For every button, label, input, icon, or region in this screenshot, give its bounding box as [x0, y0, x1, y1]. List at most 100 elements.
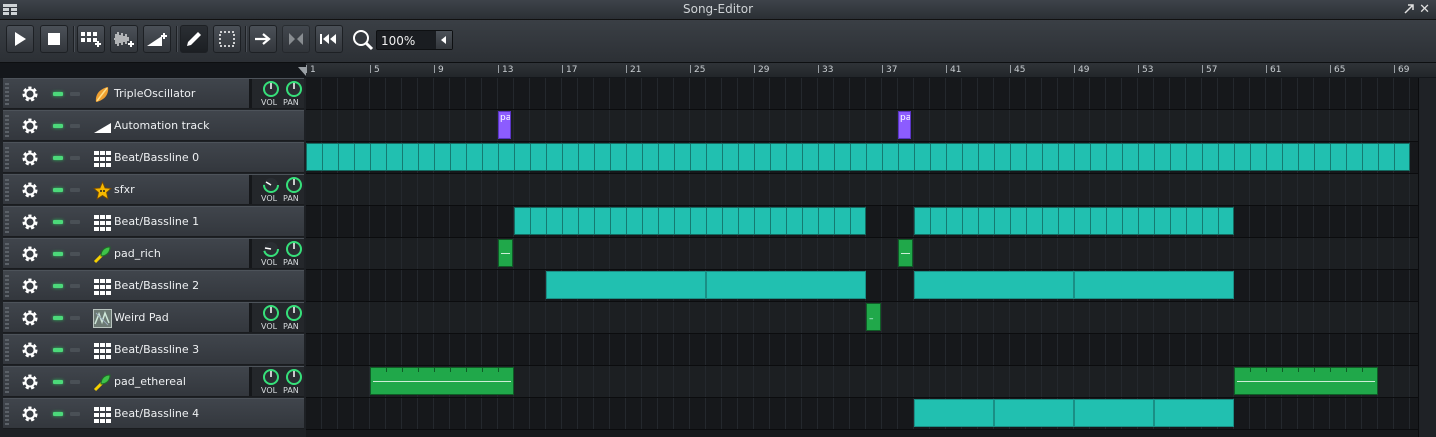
add-beat-bassline-button[interactable]	[77, 25, 105, 53]
track-lane[interactable]	[306, 174, 1418, 206]
solo-toggle[interactable]	[70, 252, 80, 256]
beat-bassline-clip[interactable]	[914, 271, 1074, 299]
auto-scroll-button[interactable]	[249, 25, 277, 53]
track-lane[interactable]	[306, 78, 1418, 110]
mute-toggle[interactable]	[53, 124, 63, 128]
pan-knob[interactable]	[285, 80, 303, 98]
mute-toggle[interactable]	[53, 284, 63, 288]
solo-toggle[interactable]	[70, 348, 80, 352]
track-lane[interactable]	[306, 206, 1418, 238]
solo-toggle[interactable]	[70, 220, 80, 224]
track-header-automation[interactable]: Automation track	[3, 110, 304, 141]
mute-toggle[interactable]	[53, 92, 63, 96]
close-icon[interactable]: ✕	[1419, 3, 1430, 16]
drag-handle[interactable]	[5, 275, 9, 297]
gear-icon[interactable]	[20, 244, 40, 264]
track-header-beat-bassline-2[interactable]: Beat/Bassline 2	[3, 270, 304, 301]
track-header-tripleoscillator[interactable]: TripleOscillator VOL PAN	[3, 78, 304, 109]
add-automation-track-button[interactable]	[143, 25, 171, 53]
restore-icon[interactable]	[1404, 4, 1414, 14]
automation-clip[interactable]: pa	[898, 111, 911, 139]
mute-toggle[interactable]	[53, 316, 63, 320]
track-lane[interactable]	[306, 334, 1418, 366]
pattern-clip[interactable]	[898, 239, 913, 267]
beat-bassline-clip[interactable]	[1074, 399, 1154, 427]
track-lane[interactable]	[306, 142, 1418, 174]
solo-toggle[interactable]	[70, 316, 80, 320]
loop-points-button[interactable]	[282, 25, 310, 53]
track-lane[interactable]: –	[306, 302, 1418, 334]
mute-toggle[interactable]	[53, 348, 63, 352]
track-lane[interactable]	[306, 270, 1418, 302]
pattern-clip[interactable]: –	[866, 303, 881, 331]
track-header-beat-bassline-4[interactable]: Beat/Bassline 4	[3, 398, 304, 429]
volume-knob[interactable]	[262, 176, 280, 194]
mute-toggle[interactable]	[53, 380, 63, 384]
add-sample-track-button[interactable]	[110, 25, 138, 53]
automation-clip[interactable]: pa	[498, 111, 511, 139]
pan-knob[interactable]	[285, 304, 303, 322]
volume-knob[interactable]	[262, 80, 280, 98]
play-button[interactable]	[6, 25, 34, 53]
solo-toggle[interactable]	[70, 156, 80, 160]
mute-toggle[interactable]	[53, 252, 63, 256]
beat-bassline-clip[interactable]	[914, 207, 1234, 235]
track-header-beat-bassline-0[interactable]: Beat/Bassline 0	[3, 142, 304, 173]
volume-knob[interactable]	[262, 304, 280, 322]
mute-toggle[interactable]	[53, 156, 63, 160]
select-mode-button[interactable]	[213, 25, 241, 53]
draw-mode-button[interactable]	[180, 25, 208, 53]
drag-handle[interactable]	[5, 211, 9, 233]
track-header-beat-bassline-3[interactable]: Beat/Bassline 3	[3, 334, 304, 365]
track-header-pad-rich[interactable]: pad_rich VOL PAN	[3, 238, 304, 269]
stop-button[interactable]	[40, 25, 68, 53]
zoom-select[interactable]: 100%	[376, 30, 453, 50]
timeline-ruler[interactable]: 1 5 9 13 17 21 25 29 33 37 41 45 49 53 5…	[306, 63, 1436, 77]
beat-bassline-clip[interactable]	[514, 207, 866, 235]
gear-icon[interactable]	[20, 372, 40, 392]
chevron-left-icon[interactable]	[436, 31, 452, 49]
gear-icon[interactable]	[20, 148, 40, 168]
beat-bassline-clip[interactable]	[914, 399, 994, 427]
solo-toggle[interactable]	[70, 188, 80, 192]
drag-handle[interactable]	[5, 371, 9, 393]
mute-toggle[interactable]	[53, 412, 63, 416]
pattern-clip[interactable]	[370, 367, 514, 395]
drag-handle[interactable]	[5, 179, 9, 201]
solo-toggle[interactable]	[70, 124, 80, 128]
vertical-scrollbar[interactable]	[1418, 78, 1436, 437]
drag-handle[interactable]	[5, 403, 9, 425]
volume-knob[interactable]	[262, 240, 280, 258]
track-lane[interactable]	[306, 366, 1418, 398]
gear-icon[interactable]	[20, 84, 40, 104]
gear-icon[interactable]	[20, 340, 40, 360]
track-header-beat-bassline-1[interactable]: Beat/Bassline 1	[3, 206, 304, 237]
drag-handle[interactable]	[5, 147, 9, 169]
track-header-pad-ethereal[interactable]: pad_ethereal VOL PAN	[3, 366, 304, 397]
volume-knob[interactable]	[262, 368, 280, 386]
gear-icon[interactable]	[20, 404, 40, 424]
drag-handle[interactable]	[5, 243, 9, 265]
pan-knob[interactable]	[285, 176, 303, 194]
drag-handle[interactable]	[5, 307, 9, 329]
gear-icon[interactable]	[20, 180, 40, 200]
drag-handle[interactable]	[5, 339, 9, 361]
beat-bassline-clip[interactable]	[546, 271, 706, 299]
mute-toggle[interactable]	[53, 188, 63, 192]
beat-bassline-clip[interactable]	[706, 271, 866, 299]
track-lane[interactable]: pa pa	[306, 110, 1418, 142]
solo-toggle[interactable]	[70, 380, 80, 384]
gear-icon[interactable]	[20, 276, 40, 296]
pan-knob[interactable]	[285, 368, 303, 386]
drag-handle[interactable]	[5, 115, 9, 137]
solo-toggle[interactable]	[70, 412, 80, 416]
solo-toggle[interactable]	[70, 92, 80, 96]
beat-bassline-clip[interactable]	[1154, 399, 1234, 427]
pan-knob[interactable]	[285, 240, 303, 258]
pattern-clip[interactable]	[1234, 367, 1378, 395]
track-header-sfxr[interactable]: sfxr VOL PAN	[3, 174, 304, 205]
gear-icon[interactable]	[20, 116, 40, 136]
beat-bassline-clip[interactable]	[306, 143, 1410, 171]
solo-toggle[interactable]	[70, 284, 80, 288]
track-lane[interactable]	[306, 398, 1418, 430]
